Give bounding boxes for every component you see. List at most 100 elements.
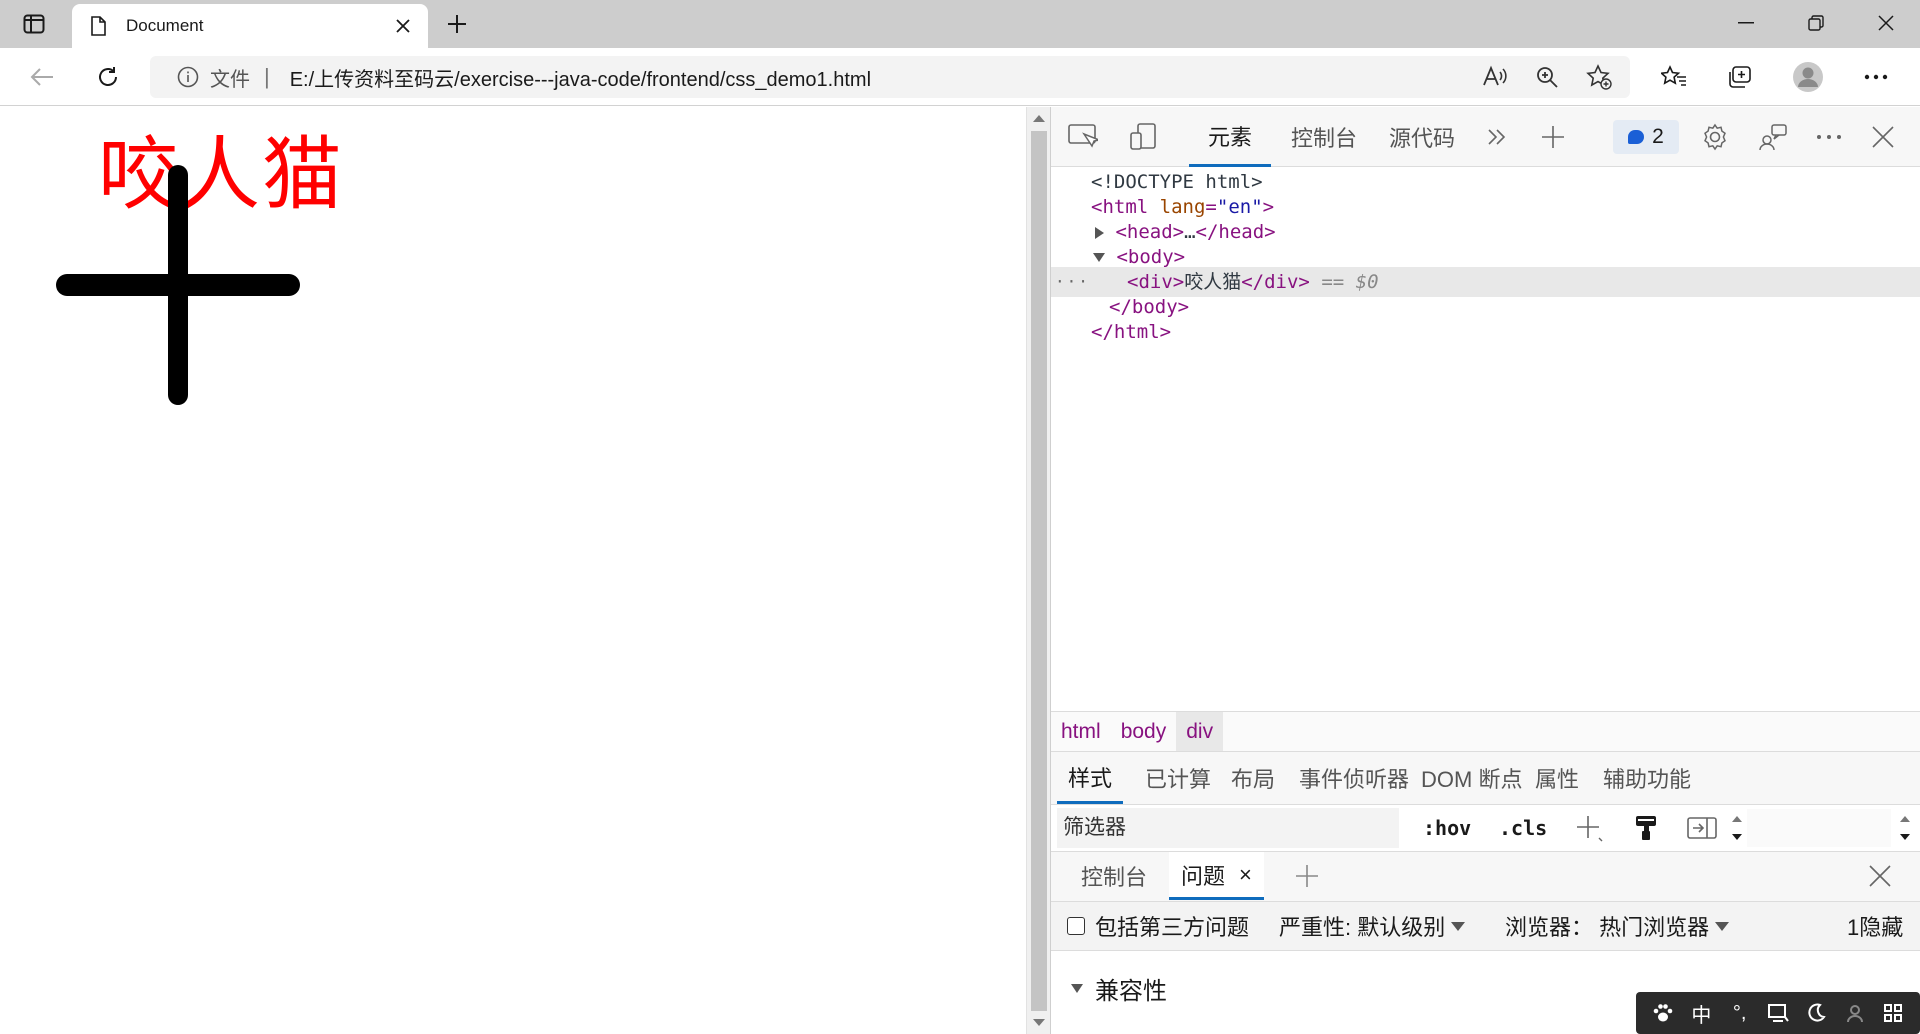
scroll-down-arrow[interactable] [1033,1019,1045,1026]
html-open-tag: <html [1091,196,1149,218]
drawer-tab-close-icon[interactable]: × [1239,862,1252,888]
tab-title: Document [126,16,204,35]
add-tool-button[interactable] [1535,119,1571,155]
tab-sources[interactable]: 源代码 [1389,107,1455,167]
paint-brush-icon [1636,816,1656,840]
plus-icon [1577,816,1603,842]
breadcrumb-html[interactable]: html [1051,712,1111,752]
favorites-icon [1661,65,1686,86]
tab-elements[interactable]: 元素 [1189,107,1271,167]
devtools-close-button[interactable] [1865,119,1901,155]
styles-scroll-stepper[interactable] [1731,813,1743,843]
collapse-triangle-icon[interactable] [1071,984,1083,993]
refresh-icon [99,67,117,86]
drawer-tabs: 控制台 问题 × [1051,851,1920,901]
devtools-settings-button[interactable] [1697,119,1733,155]
tab-styles[interactable]: 样式 [1057,752,1123,804]
ime-punct-toggle[interactable]: °, [1726,1002,1754,1025]
breadcrumb-body[interactable]: body [1111,712,1177,752]
profile-button[interactable] [1790,59,1826,95]
feedback-button[interactable] [1755,119,1791,155]
close-window-button[interactable] [1852,0,1920,46]
include-third-party-checkbox[interactable]: 包括第三方问题 [1067,902,1249,950]
issues-bubble-icon [1628,130,1645,144]
sidebar-toggle-icon [1687,817,1717,839]
breadcrumb: html body div [1051,711,1920,752]
favorites-button[interactable] [1656,59,1692,95]
ime-mode-toggle[interactable]: 中 [1687,999,1715,1028]
toggle-sidebar-button[interactable] [1687,813,1717,843]
breadcrumb-div[interactable]: div [1176,711,1224,752]
issues-count-button[interactable]: 2 [1613,120,1679,154]
settings-menu-button[interactable] [1858,59,1894,95]
styles-aux-field[interactable] [1747,809,1891,847]
tab-event-listeners[interactable]: 事件侦听器 [1299,752,1409,804]
drawer-tab-console[interactable]: 控制台 [1081,852,1147,900]
styles-filter-input[interactable] [1057,808,1399,848]
caret-down-icon [1715,921,1730,931]
address-bar[interactable]: 文件 | E:/上传资料至码云/exercise---java-code/fro… [150,56,1630,98]
device-emulation-button[interactable] [1125,119,1161,155]
hidden-issues-count[interactable]: 1隐藏 [1847,902,1903,950]
avatar-icon [1793,62,1823,92]
title-bar: Document [0,0,1920,48]
page-scrollbar[interactable] [1026,107,1050,1034]
expand-triangle-icon[interactable] [1095,226,1104,239]
close-icon [1878,15,1894,31]
moon-icon[interactable] [1802,1003,1830,1023]
new-tab-button[interactable] [440,8,474,40]
drawer-tab-issues[interactable]: 问题 × [1169,852,1264,900]
hover-state-button[interactable]: :hov [1423,813,1471,843]
screen-icon[interactable] [1764,1003,1792,1023]
more-tabs-button[interactable] [1479,119,1515,155]
issues-count: 2 [1652,125,1664,148]
arrow-left-icon [30,68,53,86]
browser-filter-dropdown[interactable]: 浏览器： 热门浏览器 [1505,902,1730,950]
paw-icon[interactable] [1649,1002,1677,1024]
add-favorite-button[interactable] [1582,60,1616,94]
close-icon [1869,865,1891,887]
collections-button[interactable] [1722,59,1758,95]
tab-close-button[interactable] [388,11,418,41]
tab-computed[interactable]: 已计算 [1145,752,1211,804]
navigation-bar: 文件 | E:/上传资料至码云/exercise---java-code/fro… [0,48,1920,106]
close-icon [396,19,410,33]
severity-dropdown[interactable]: 严重性: 默认级别 [1279,902,1466,950]
compatibility-header[interactable]: 兼容性 [1071,971,1167,1006]
aux-scroll-stepper[interactable] [1899,813,1911,843]
devtools-more-button[interactable] [1811,119,1847,155]
zoom-button[interactable] [1530,60,1564,94]
tab-properties[interactable]: 属性 [1535,752,1579,804]
grid-icon[interactable] [1879,1003,1907,1023]
drawer-close-button[interactable] [1869,852,1891,900]
browser-filter-label: 浏览器： 热门浏览器 [1505,915,1710,940]
tab-actions-button[interactable] [16,10,52,38]
url-text[interactable]: E:/上传资料至码云/exercise---java-code/frontend… [290,63,1460,92]
dom-tree: <!DOCTYPE html> <html lang="en"> <head>…… [1051,167,1920,711]
dom-node-html-close[interactable]: </html> [1051,317,1920,347]
tab-accessibility[interactable]: 辅助功能 [1603,752,1691,804]
new-style-rule-button[interactable] [1575,813,1603,843]
issues-toolbar: 包括第三方问题 严重性: 默认级别 浏览器： 热门浏览器 1隐藏 [1051,901,1920,951]
scroll-up-arrow[interactable] [1033,115,1045,122]
read-aloud-button[interactable] [1478,60,1512,94]
tab-console[interactable]: 控制台 [1291,107,1357,167]
devtools-toolbar: 元素 控制台 源代码 2 [1051,107,1920,167]
inspect-element-button[interactable] [1065,119,1101,155]
collapse-triangle-icon[interactable] [1093,253,1105,262]
drawer-add-tab-button[interactable] [1295,852,1319,900]
restore-button[interactable] [1782,0,1850,46]
refresh-button[interactable] [90,59,126,95]
color-format-button[interactable] [1635,813,1657,843]
user-icon[interactable] [1841,1003,1869,1023]
back-button[interactable] [24,59,60,95]
more-horizontal-icon [1817,135,1841,139]
class-toggle-button[interactable]: .cls [1499,813,1547,843]
tab-dom-breakpoints[interactable]: DOM 断点 [1421,752,1522,804]
checkbox-icon[interactable] [1067,917,1085,935]
info-icon[interactable] [176,65,200,89]
minimize-button[interactable] [1712,0,1780,46]
tab-layout[interactable]: 布局 [1231,752,1275,804]
scrollbar-thumb[interactable] [1031,131,1047,1011]
browser-tab-document[interactable]: Document [72,4,428,48]
